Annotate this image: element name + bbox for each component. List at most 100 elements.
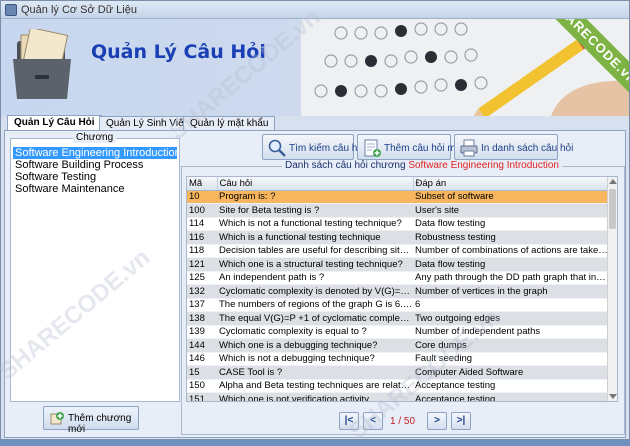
table-row[interactable]: 121 Which one is a structural testing tec… bbox=[187, 257, 608, 272]
table-row[interactable]: 146 Which is not a debugging technique? Fa… bbox=[187, 352, 608, 366]
add-chapter-label: Thêm chương mới bbox=[68, 413, 132, 435]
cell-answer: Number of combinations of actions are ta… bbox=[413, 244, 608, 258]
print-questions-button[interactable]: In danh sách câu hỏi bbox=[454, 134, 573, 160]
tab-content: Chương Software Engineering Introduction… bbox=[4, 130, 626, 438]
app-window: Quản lý Cơ Sở Dữ Liệu Quản Lý Câu Hỏi SH… bbox=[0, 0, 630, 445]
search-question-button[interactable]: Tìm kiếm câu hỏi bbox=[262, 134, 365, 160]
chapter-item[interactable]: Software Building Process bbox=[13, 159, 177, 171]
table-row[interactable]: 150 Alpha and Beta testing techniques are… bbox=[187, 379, 608, 393]
cell-question: Which one is not verification activity bbox=[217, 392, 413, 401]
table-row[interactable]: 139 Cyclomatic complexity is equal to ? Nu… bbox=[187, 325, 608, 339]
table-row[interactable]: 137 The numbers of regions of the graph G… bbox=[187, 298, 608, 312]
scroll-down-icon[interactable] bbox=[609, 394, 617, 399]
cell-answer: Any path through the DD path graph that … bbox=[413, 271, 608, 285]
cell-answer: Fault seeding bbox=[413, 352, 608, 366]
cell-question: Program is: ? bbox=[217, 190, 413, 204]
folder-icon bbox=[13, 29, 71, 99]
cell-question: Which is a functional testing technique bbox=[217, 230, 413, 245]
cell-answer: Core dumps bbox=[413, 338, 608, 353]
chapter-item[interactable]: Software Maintenance bbox=[13, 183, 177, 195]
cell-answer: Number of independent paths bbox=[413, 325, 608, 339]
column-header-id[interactable]: Mã bbox=[187, 177, 218, 191]
column-header-answer[interactable]: Đáp án bbox=[413, 177, 609, 191]
table-row[interactable]: 151 Which one is not verification activit… bbox=[187, 392, 608, 401]
cell-question: Alpha and Beta testing techniques are re… bbox=[217, 379, 413, 393]
cell-question: An independent path is ? bbox=[217, 271, 413, 285]
cell-id: 138 bbox=[187, 311, 217, 326]
cell-question: Site for Beta testing is ? bbox=[217, 203, 413, 218]
table-row[interactable]: 132 Cyclomatic complexity is denoted by V… bbox=[187, 284, 608, 299]
table-row[interactable]: 114 Which is not a functional testing tec… bbox=[187, 217, 608, 231]
question-legend-chapter: Software Engineering Introduction bbox=[408, 160, 559, 171]
first-page-button[interactable]: |< bbox=[339, 412, 359, 430]
vertical-scrollbar[interactable] bbox=[607, 177, 617, 401]
table-row[interactable]: 125 An independent path is ? Any path thro… bbox=[187, 271, 608, 285]
scrollbar-thumb[interactable] bbox=[609, 189, 616, 229]
cell-question: Which one is a debugging technique? bbox=[217, 338, 413, 353]
previous-page-button[interactable]: < bbox=[363, 412, 383, 430]
question-groupbox: Danh sách câu hỏi chương Software Engine… bbox=[181, 160, 625, 435]
cell-question: Which is not a functional testing techni… bbox=[217, 217, 413, 231]
page-title: Quản Lý Câu Hỏi bbox=[91, 41, 266, 63]
add-chapter-button[interactable]: Thêm chương mới bbox=[43, 406, 139, 435]
cell-answer: Subset of software bbox=[413, 190, 608, 204]
cell-answer: Computer Aided Software bbox=[413, 365, 608, 380]
cell-question: Cyclomatic complexity is denoted by V(G)… bbox=[217, 284, 413, 299]
cell-answer: User's site bbox=[413, 203, 608, 218]
window-title: Quản lý Cơ Sở Dữ Liệu bbox=[21, 4, 137, 16]
header-banner: Quản Lý Câu Hỏi SHARECODE.vn bbox=[1, 19, 629, 116]
cell-id: 151 bbox=[187, 392, 217, 401]
cell-id: 114 bbox=[187, 217, 217, 231]
title-bar[interactable]: Quản lý Cơ Sở Dữ Liệu bbox=[1, 1, 629, 19]
cell-id: 125 bbox=[187, 271, 217, 285]
chapter-item[interactable]: Software Testing bbox=[13, 171, 177, 183]
cell-answer: 6 bbox=[413, 298, 608, 312]
cell-question: CASE Tool is ? bbox=[217, 365, 413, 380]
print-icon bbox=[460, 139, 478, 157]
question-legend: Danh sách câu hỏi chương Software Engine… bbox=[282, 160, 562, 171]
cell-id: 118 bbox=[187, 244, 217, 258]
table-row[interactable]: 116 Which is a functional testing techniq… bbox=[187, 230, 608, 245]
chapter-item[interactable]: Software Engineering Introduction bbox=[13, 147, 177, 159]
print-questions-label: In danh sách câu hỏi bbox=[481, 143, 574, 154]
search-question-label: Tìm kiếm câu hỏi bbox=[289, 143, 366, 154]
question-grid[interactable]: Mã Câu hỏi Đáp án 10 Program is: ? Subset … bbox=[186, 176, 618, 402]
new-document-icon bbox=[364, 139, 381, 157]
cell-answer: Acceptance testing bbox=[413, 392, 608, 401]
last-page-button[interactable]: >| bbox=[451, 412, 471, 430]
question-legend-prefix: Danh sách câu hỏi chương bbox=[285, 160, 406, 171]
add-chapter-icon bbox=[50, 412, 64, 425]
tab-password-management[interactable]: Quản lý mật khẩu bbox=[183, 116, 276, 131]
chapter-list[interactable]: Software Engineering Introduction Softwar… bbox=[13, 147, 177, 195]
new-question-button[interactable]: Thêm câu hỏi mới bbox=[357, 134, 464, 160]
cell-id: 139 bbox=[187, 325, 217, 339]
cell-question: The equal V(G)=P +1 of cyclomatic comple… bbox=[217, 311, 413, 326]
scroll-up-icon[interactable] bbox=[609, 179, 617, 184]
cell-id: 132 bbox=[187, 284, 217, 299]
cell-id: 121 bbox=[187, 257, 217, 272]
table-row[interactable]: 118 Decision tables are useful for descri… bbox=[187, 244, 608, 258]
app-icon bbox=[5, 4, 17, 16]
table-row[interactable]: 100 Site for Beta testing is ? User's site bbox=[187, 203, 608, 218]
cell-question: Decision tables are useful for describin… bbox=[217, 244, 413, 258]
question-table: Mã Câu hỏi Đáp án 10 Program is: ? Subset … bbox=[187, 177, 609, 401]
column-header-question[interactable]: Câu hỏi bbox=[217, 177, 414, 191]
cell-id: 15 bbox=[187, 365, 217, 380]
table-row[interactable]: 138 The equal V(G)=P +1 of cyclomatic com… bbox=[187, 311, 608, 326]
chapter-groupbox: Chương Software Engineering Introduction… bbox=[10, 132, 180, 402]
tab-student-management[interactable]: Quản Lý Sinh Viên bbox=[99, 116, 197, 131]
page-indicator: 1 / 50 bbox=[390, 416, 416, 427]
tab-question-management[interactable]: Quản Lý Câu Hỏi bbox=[7, 115, 102, 131]
cell-id: 150 bbox=[187, 379, 217, 393]
cell-answer: Acceptance testing bbox=[413, 379, 608, 393]
question-table-body: 10 Program is: ? Subset of software 100 Site… bbox=[187, 190, 608, 401]
cell-answer: Robustness testing bbox=[413, 230, 608, 245]
cell-question: Cyclomatic complexity is equal to ? bbox=[217, 325, 413, 339]
table-row[interactable]: 144 Which one is a debugging technique? Co… bbox=[187, 338, 608, 353]
search-icon bbox=[268, 139, 286, 157]
chapter-legend: Chương bbox=[73, 132, 117, 143]
table-row[interactable]: 10 Program is: ? Subset of software bbox=[187, 190, 608, 204]
next-page-button[interactable]: > bbox=[427, 412, 447, 430]
cell-id: 146 bbox=[187, 352, 217, 366]
table-row[interactable]: 15 CASE Tool is ? Computer Aided Software bbox=[187, 365, 608, 380]
